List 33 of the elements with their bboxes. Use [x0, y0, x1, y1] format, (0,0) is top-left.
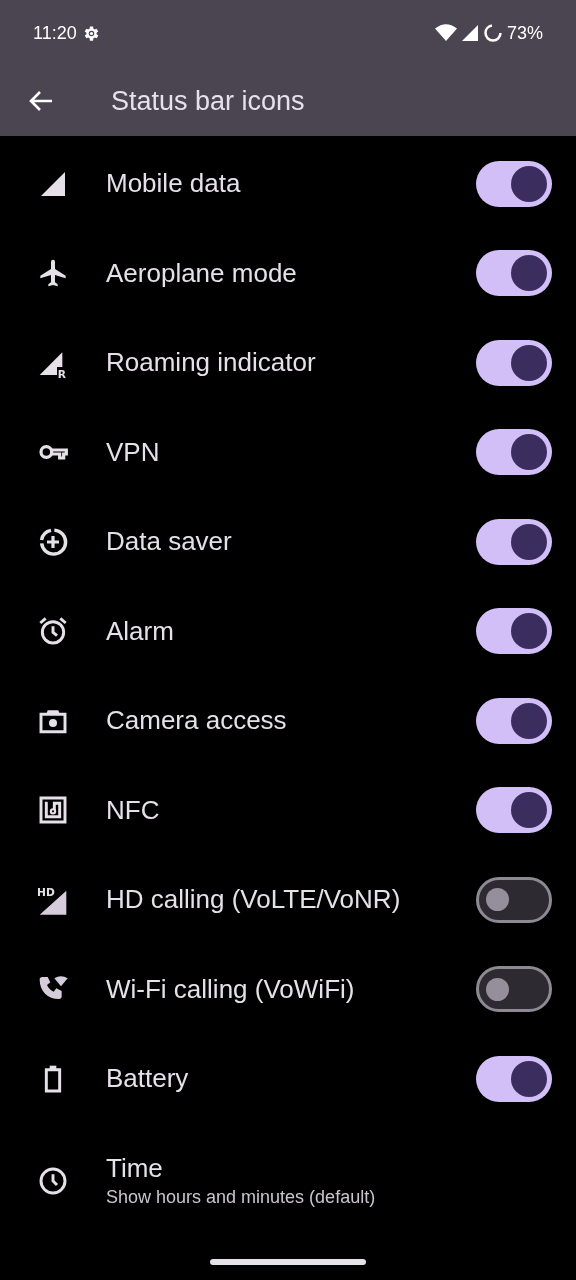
back-arrow-icon — [28, 90, 54, 112]
data-saver-icon — [37, 525, 69, 558]
wifi-icon — [434, 24, 457, 42]
toggle-switch[interactable] — [476, 966, 552, 1013]
setting-label: Battery — [106, 1062, 190, 1096]
toggle-switch[interactable] — [476, 339, 552, 386]
page-title: Status bar icons — [111, 84, 305, 118]
toggle-switch[interactable] — [476, 1055, 552, 1102]
setting-title: Time — [106, 1151, 164, 1184]
setting-label: Alarm — [106, 614, 175, 648]
time-setting-item[interactable]: Time Show hours and minutes (default) — [0, 1123, 576, 1238]
setting-label: Aeroplane mode — [106, 256, 298, 290]
toggle-switch[interactable] — [476, 518, 552, 565]
toggle-switch[interactable] — [476, 787, 552, 834]
setting-label: HD calling (VoLTE/VoNR) — [106, 883, 402, 917]
setting-label: NFC — [106, 793, 161, 827]
setting-label: Data saver — [106, 525, 233, 559]
clock-time: 11:20 — [33, 21, 77, 45]
setting-label: Wi-Fi calling (VoWiFi) — [106, 972, 356, 1006]
toggle-switch[interactable] — [476, 876, 552, 923]
setting-label: Camera access — [106, 704, 288, 738]
toggle-switch[interactable] — [476, 160, 552, 207]
battery-percentage: 73% — [506, 21, 543, 45]
toggle-switch[interactable] — [476, 429, 552, 476]
setting-label: Mobile data — [106, 167, 242, 201]
setting-label: VPN — [106, 435, 161, 469]
setting-summary: Show hours and minutes (default) — [106, 1185, 376, 1209]
signal-icon — [460, 24, 479, 42]
setting-label: Roaming indicator — [106, 346, 317, 380]
battery-saver-icon — [482, 23, 503, 43]
toggle-switch[interactable] — [476, 250, 552, 297]
toggle-switch[interactable] — [476, 697, 552, 744]
toggle-switch[interactable] — [476, 608, 552, 655]
